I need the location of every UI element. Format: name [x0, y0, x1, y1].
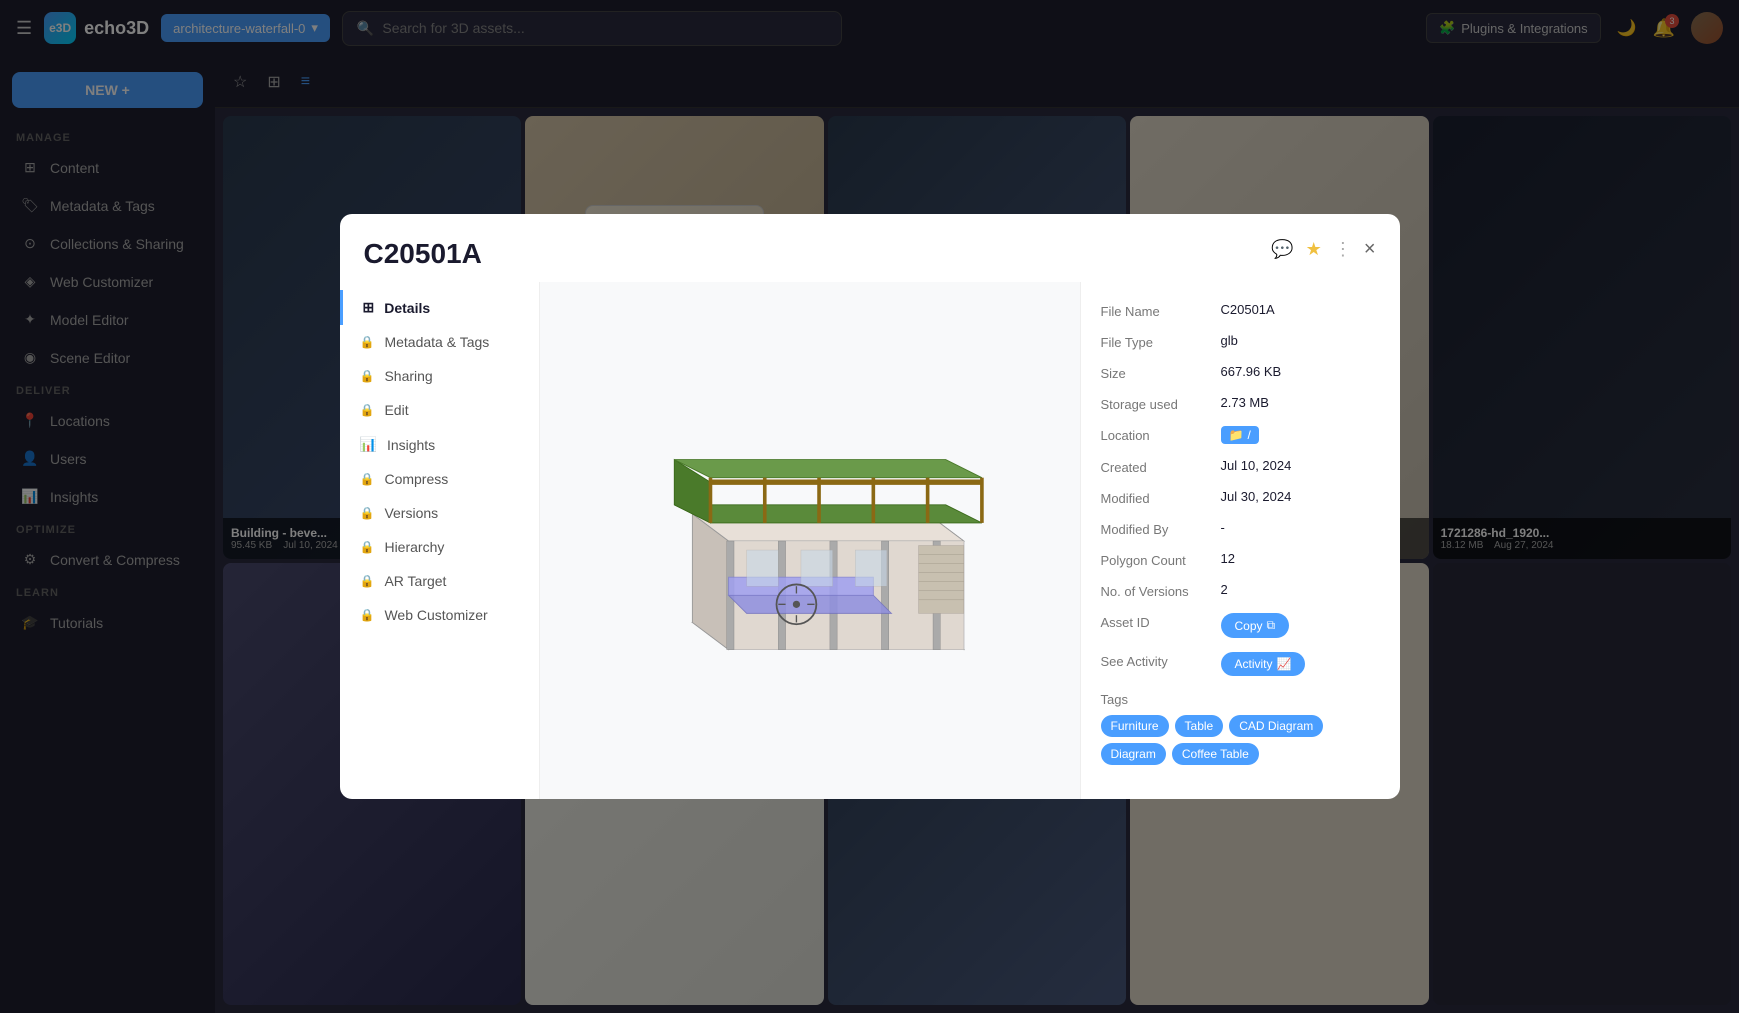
details-icon: ⊞ [363, 299, 375, 316]
tag-table[interactable]: Table [1175, 715, 1224, 737]
star-icon[interactable]: ★ [1306, 239, 1322, 260]
modifiedby-value: - [1221, 520, 1225, 535]
modal-close-button[interactable]: × [1364, 238, 1376, 261]
modal-nav-edit[interactable]: 🔒 Edit [340, 393, 539, 427]
detail-row-filename: File Name C20501A [1101, 302, 1380, 319]
modal-nav-sharing[interactable]: 🔒 Sharing [340, 359, 539, 393]
modal-nav-hierarchy[interactable]: 🔒 Hierarchy [340, 530, 539, 564]
copy-button[interactable]: Copy ⧉ [1221, 613, 1290, 638]
detail-row-modified: Modified Jul 30, 2024 [1101, 489, 1380, 506]
nav-label: Metadata & Tags [384, 334, 489, 350]
tags-container: Furniture Table CAD Diagram Diagram Coff… [1101, 715, 1380, 765]
more-options-icon[interactable]: ⋮ [1334, 239, 1352, 260]
copy-label: Copy [1235, 619, 1263, 633]
tags-label: Tags [1101, 690, 1221, 707]
nav-label: Insights [387, 437, 435, 453]
storage-label: Storage used [1101, 395, 1221, 412]
3d-preview [620, 381, 1000, 701]
location-badge[interactable]: 📁 / [1221, 426, 1259, 444]
location-label: Location [1101, 426, 1221, 443]
detail-row-size: Size 667.96 KB [1101, 364, 1380, 381]
created-value: Jul 10, 2024 [1221, 458, 1292, 473]
detail-row-created: Created Jul 10, 2024 [1101, 458, 1380, 475]
filetype-label: File Type [1101, 333, 1221, 350]
tag-furniture[interactable]: Furniture [1101, 715, 1169, 737]
modified-value: Jul 30, 2024 [1221, 489, 1292, 504]
modal-nav-versions[interactable]: 🔒 Versions [340, 496, 539, 530]
detail-row-filetype: File Type glb [1101, 333, 1380, 350]
modal-header: C20501A 💬 ★ ⋮ × [340, 214, 1400, 282]
modifiedby-label: Modified By [1101, 520, 1221, 537]
nav-label: Edit [384, 402, 408, 418]
modal-nav-metadata[interactable]: 🔒 Metadata & Tags [340, 325, 539, 359]
modal-nav: ⊞ Details 🔒 Metadata & Tags 🔒 Sharing 🔒 … [340, 282, 540, 799]
nav-label: Sharing [384, 368, 432, 384]
activity-icon: 📈 [1277, 657, 1292, 671]
model-preview-area [540, 282, 1080, 799]
folder-icon: 📁 [1229, 428, 1244, 442]
modal-nav-insights[interactable]: 📊 Insights [340, 427, 539, 462]
nav-label: Hierarchy [384, 539, 444, 555]
activity-label: See Activity [1101, 652, 1221, 669]
size-value: 667.96 KB [1221, 364, 1282, 379]
lock-icon: 🔒 [360, 574, 375, 588]
insights-icon: 📊 [360, 436, 377, 453]
modal-nav-details[interactable]: ⊞ Details [340, 290, 539, 325]
created-label: Created [1101, 458, 1221, 475]
detail-row-location: Location 📁 / [1101, 426, 1380, 444]
filename-value: C20501A [1221, 302, 1275, 317]
lock-icon: 🔒 [360, 369, 375, 383]
tag-coffee-table[interactable]: Coffee Table [1172, 743, 1259, 765]
detail-row-polygon: Polygon Count 12 [1101, 551, 1380, 568]
assetid-label: Asset ID [1101, 613, 1221, 630]
filename-label: File Name [1101, 302, 1221, 319]
size-label: Size [1101, 364, 1221, 381]
nav-label: AR Target [384, 573, 446, 589]
modal-nav-compress[interactable]: 🔒 Compress [340, 462, 539, 496]
modal-details-panel: File Name C20501A File Type glb Size 667… [1080, 282, 1400, 799]
modal-title: C20501A [364, 238, 482, 270]
lock-icon: 🔒 [360, 403, 375, 417]
detail-row-assetid: Asset ID Copy ⧉ [1101, 613, 1380, 638]
polygon-label: Polygon Count [1101, 551, 1221, 568]
detail-row-storage: Storage used 2.73 MB [1101, 395, 1380, 412]
lock-icon: 🔒 [360, 608, 375, 622]
lock-icon: 🔒 [360, 506, 375, 520]
nav-label: Details [384, 300, 430, 316]
modal-body: ⊞ Details 🔒 Metadata & Tags 🔒 Sharing 🔒 … [340, 282, 1400, 799]
building-svg [620, 381, 1000, 701]
activity-button[interactable]: Activity 📈 [1221, 652, 1306, 676]
nav-label: Web Customizer [384, 607, 487, 623]
modal-header-icons: 💬 ★ ⋮ × [1271, 238, 1375, 261]
detail-row-activity: See Activity Activity 📈 [1101, 652, 1380, 676]
versions-value: 2 [1221, 582, 1228, 597]
filetype-value: glb [1221, 333, 1238, 348]
activity-btn-label: Activity [1235, 657, 1273, 671]
storage-value: 2.73 MB [1221, 395, 1269, 410]
polygon-value: 12 [1221, 551, 1235, 566]
detail-row-tags: Tags Furniture Table CAD Diagram Diagram… [1101, 690, 1380, 765]
modal-nav-artarget[interactable]: 🔒 AR Target [340, 564, 539, 598]
tag-diagram[interactable]: Diagram [1101, 743, 1166, 765]
lock-icon: 🔒 [360, 472, 375, 486]
location-value: / [1247, 428, 1250, 442]
nav-label: Versions [384, 505, 438, 521]
comment-icon[interactable]: 💬 [1271, 239, 1293, 260]
versions-label: No. of Versions [1101, 582, 1221, 599]
lock-icon: 🔒 [360, 540, 375, 554]
detail-row-versions: No. of Versions 2 [1101, 582, 1380, 599]
tag-cad-diagram[interactable]: CAD Diagram [1229, 715, 1323, 737]
detail-row-modifiedby: Modified By - [1101, 520, 1380, 537]
lock-icon: 🔒 [360, 335, 375, 349]
modified-label: Modified [1101, 489, 1221, 506]
asset-detail-modal: C20501A 💬 ★ ⋮ × ⊞ Details 🔒 Metadata & T… [340, 214, 1400, 799]
modal-overlay: C20501A 💬 ★ ⋮ × ⊞ Details 🔒 Metadata & T… [0, 0, 1739, 1013]
copy-icon: ⧉ [1267, 618, 1276, 633]
modal-nav-webcustomizer[interactable]: 🔒 Web Customizer [340, 598, 539, 632]
nav-label: Compress [384, 471, 448, 487]
